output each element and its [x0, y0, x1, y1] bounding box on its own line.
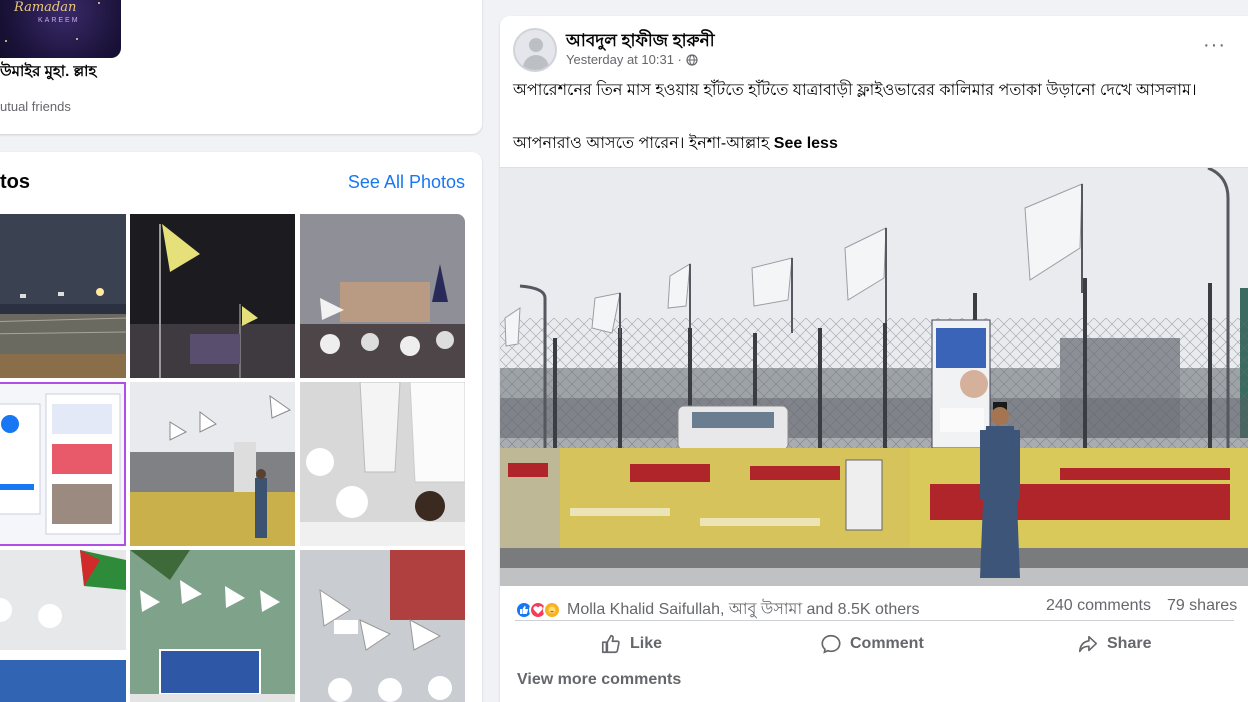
friend-name[interactable]: উমাইর মুহা. ল্লাহ — [0, 62, 120, 82]
photo-thumbnail[interactable] — [300, 550, 465, 702]
like-label: Like — [630, 635, 663, 652]
reactions-summary[interactable]: Molla Khalid Saifullah, আবু উসামা and 8.… — [515, 596, 920, 623]
photo-thumbnail[interactable] — [300, 214, 465, 378]
care-reaction-icon — [543, 600, 561, 619]
view-more-comments-link[interactable]: View more comments — [517, 671, 681, 689]
share-button[interactable]: Share — [1077, 628, 1151, 660]
photos-card: tos See All Photos — [0, 152, 482, 702]
friend-card: Ramadan KAREEM উমাইর মুহা. ল্লাহ utual f… — [0, 0, 482, 134]
more-options-icon[interactable]: ··· — [1203, 34, 1226, 57]
comment-icon — [821, 634, 841, 654]
photos-title: tos — [0, 171, 30, 193]
post-timestamp[interactable]: Yesterday at 10:31 · — [566, 52, 682, 67]
see-less-link[interactable]: See less — [774, 135, 838, 152]
thumb-subtext: KAREEM — [38, 17, 80, 24]
photo-thumbnail[interactable] — [0, 382, 126, 546]
post-text-line1: অপারেশনের তিন মাস হওয়ায় হাঁটতে হাঁটতে … — [513, 82, 1197, 99]
engagement-counts: 240 comments 79 shares — [1046, 597, 1237, 615]
photo-thumbnail[interactable] — [0, 550, 126, 702]
post-card: আবদুল হাফীজ হারুনী Yesterday at 10:31 · … — [500, 16, 1248, 702]
globe-icon — [686, 53, 698, 66]
see-all-photos-link[interactable]: See All Photos — [348, 172, 465, 193]
comment-button[interactable]: Comment — [820, 628, 924, 660]
post-image[interactable] — [500, 167, 1248, 586]
photo-thumbnail[interactable] — [0, 214, 126, 378]
photo-thumbnail[interactable] — [130, 214, 295, 378]
share-label: Share — [1107, 635, 1152, 652]
shares-count[interactable]: 79 shares — [1167, 597, 1237, 615]
thumb-text: Ramadan — [14, 0, 77, 15]
post-meta: Yesterday at 10:31 · — [566, 52, 698, 67]
author-avatar[interactable] — [513, 28, 557, 72]
photo-thumbnail[interactable] — [130, 382, 295, 546]
post-text-line2-body: আপনারাও আসতে পারেন। ইনশা-আল্লাহ — [513, 135, 770, 152]
photo-thumbnail[interactable] — [130, 550, 295, 702]
mutual-friends: utual friends — [0, 99, 71, 114]
reactors-text[interactable]: Molla Khalid Saifullah, আবু উসামা and 8.… — [567, 596, 920, 623]
comments-count[interactable]: 240 comments — [1046, 597, 1151, 615]
share-icon — [1078, 635, 1098, 653]
post-text-line2: আপনারাও আসতে পারেন। ইনশা-আল্লাহ See less — [513, 133, 838, 155]
actions-divider — [515, 620, 1234, 621]
friend-thumbnail[interactable]: Ramadan KAREEM — [0, 0, 121, 58]
like-button[interactable]: Like — [600, 628, 662, 660]
comment-label: Comment — [850, 635, 924, 652]
thumbs-up-icon — [601, 634, 620, 654]
photo-thumbnail[interactable] — [300, 382, 465, 546]
